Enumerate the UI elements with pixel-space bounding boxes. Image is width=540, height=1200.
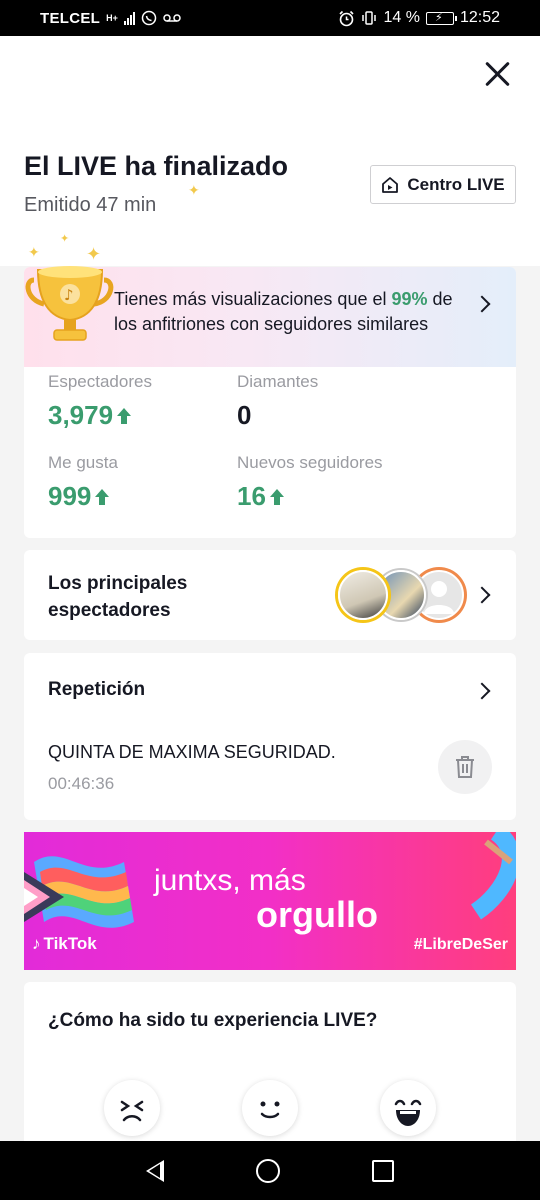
neutral-face-icon[interactable] bbox=[242, 1080, 298, 1136]
svg-text:✦: ✦ bbox=[28, 245, 40, 261]
bad-face-icon[interactable] bbox=[104, 1080, 160, 1136]
replay-card: Repetición QUINTA DE MAXIMA SEGURIDAD. 0… bbox=[24, 653, 516, 820]
chevron-right-icon[interactable] bbox=[473, 682, 491, 700]
status-left: TELCEL H+ bbox=[40, 10, 181, 27]
status-right: 14 % ⚡ 12:52 bbox=[338, 9, 500, 27]
voicemail-icon bbox=[163, 14, 181, 22]
stats-banner-text: Tienes más visualizaciones que el 99% de… bbox=[114, 287, 454, 337]
stat-value: 3,979 bbox=[48, 400, 152, 431]
avatar bbox=[338, 570, 388, 620]
stat-label: Nuevos seguidores bbox=[237, 453, 383, 472]
happy-face-icon[interactable] bbox=[380, 1080, 436, 1136]
experience-card: ¿Cómo ha sido tu experiencia LIVE? bbox=[24, 982, 516, 1152]
top-viewers-card[interactable]: Los principales espectadores bbox=[24, 550, 516, 640]
replay-name[interactable]: QUINTA DE MAXIMA SEGURIDAD. bbox=[48, 742, 336, 763]
stat-espectadores: Espectadores 3,979 bbox=[48, 372, 152, 431]
battery-percent: 14 % bbox=[383, 9, 420, 26]
tiktok-logo: ♪ TikTok bbox=[32, 934, 97, 954]
tiktok-brand: TikTok bbox=[43, 934, 97, 953]
alarm-icon bbox=[339, 10, 355, 26]
arrow-up-icon bbox=[269, 488, 284, 505]
status-bar: TELCEL H+ 14 % ⚡ 12:52 bbox=[0, 0, 540, 36]
page-subtitle: Emitido 47 min bbox=[24, 194, 157, 216]
back-icon[interactable] bbox=[146, 1159, 164, 1182]
home-icon[interactable] bbox=[256, 1158, 280, 1183]
top-viewers-label: Los principales espectadores bbox=[48, 573, 188, 621]
stat-value: 999 bbox=[48, 481, 118, 512]
centro-live-button[interactable]: Centro LIVE bbox=[370, 165, 516, 204]
banner-prefix: Tienes más visualizaciones que el bbox=[114, 289, 392, 309]
svg-text:✦: ✦ bbox=[60, 232, 69, 245]
sparkle-icon: ✦ bbox=[188, 182, 200, 198]
promo-hashtag: #LibreDeSer bbox=[413, 936, 508, 953]
stat-label: Espectadores bbox=[48, 372, 152, 391]
navigation-bar bbox=[0, 1141, 540, 1200]
stat-label: Diamantes bbox=[237, 372, 319, 391]
pride-flag-icon bbox=[24, 856, 134, 928]
tiktok-note-icon: ♪ bbox=[32, 934, 41, 953]
signal-icon bbox=[123, 11, 135, 25]
delete-replay-button[interactable] bbox=[438, 740, 492, 794]
stat-number: 16 bbox=[237, 481, 266, 511]
vibrate-icon bbox=[362, 11, 377, 25]
stat-nuevos-seguidores: Nuevos seguidores 16 bbox=[237, 453, 383, 512]
whatsapp-icon bbox=[141, 10, 157, 26]
promo-line1: juntxs, más bbox=[154, 864, 306, 897]
arrow-up-icon bbox=[117, 407, 132, 424]
replay-title: Repetición bbox=[48, 679, 146, 700]
banner-percent: 99% bbox=[391, 289, 428, 309]
stat-number: 0 bbox=[237, 400, 252, 430]
svg-text:♪: ♪ bbox=[64, 286, 74, 304]
svg-text:✦: ✦ bbox=[86, 244, 101, 265]
centro-live-label: Centro LIVE bbox=[407, 174, 505, 194]
battery-icon: ⚡ bbox=[425, 11, 457, 25]
replay-duration: 00:46:36 bbox=[48, 774, 115, 793]
chevron-right-icon[interactable] bbox=[473, 586, 491, 604]
stat-value: 16 bbox=[237, 481, 383, 512]
trophy-icon: ✦ ✦ ✦ ✦ ♪ bbox=[25, 232, 114, 341]
promo-line2: orgullo bbox=[256, 894, 378, 935]
stat-diamantes: Diamantes 0 bbox=[237, 372, 318, 431]
promo-banner[interactable]: juntxs, más orgullo ♪ TikTok #LibreDeSer bbox=[24, 832, 516, 970]
experience-title: ¿Cómo ha sido tu experiencia LIVE? bbox=[48, 1010, 378, 1031]
stat-number: 3,979 bbox=[48, 400, 114, 430]
carrier-name: TELCEL bbox=[40, 9, 101, 27]
arrow-up-icon bbox=[95, 488, 110, 505]
stat-label: Me gusta bbox=[48, 453, 118, 472]
recent-apps-icon[interactable] bbox=[372, 1159, 394, 1182]
close-icon[interactable] bbox=[484, 60, 512, 88]
stat-number: 999 bbox=[48, 481, 92, 511]
home-live-icon bbox=[382, 176, 399, 193]
page-title: El LIVE ha finalizado bbox=[24, 151, 289, 181]
ribbon-decoration-icon bbox=[470, 832, 516, 920]
clock: 12:52 bbox=[459, 9, 500, 26]
network-type: H+ bbox=[106, 12, 118, 23]
trash-icon bbox=[456, 756, 474, 778]
stat-me-gusta: Me gusta 999 bbox=[48, 453, 118, 512]
stat-value: 0 bbox=[237, 400, 318, 431]
